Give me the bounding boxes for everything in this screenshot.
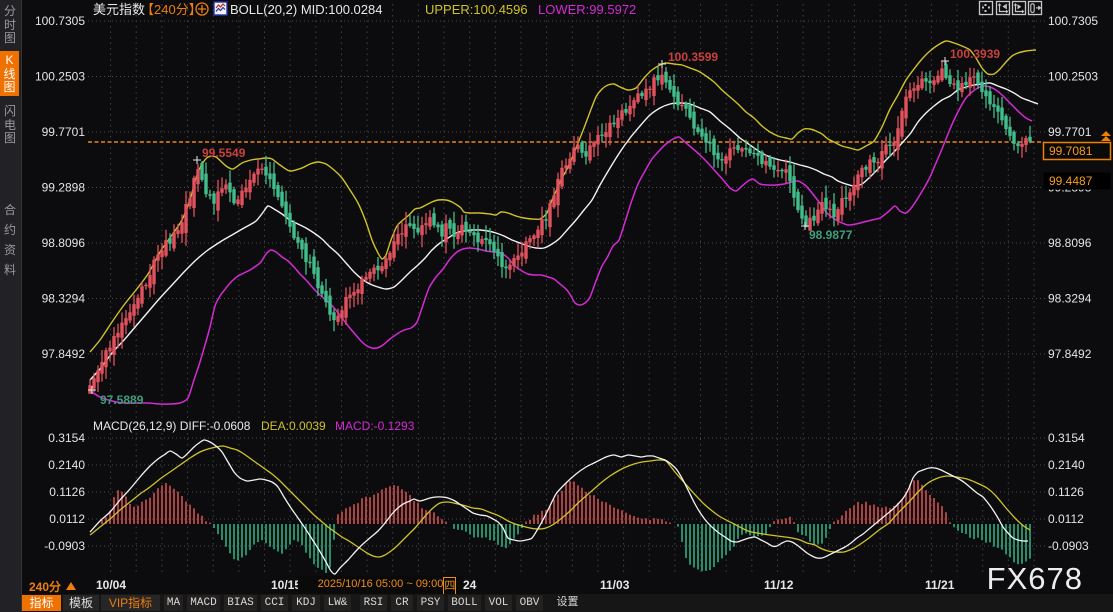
svg-text:【240分】: 【240分】 [141,2,202,17]
svg-text:99.2898: 99.2898 [42,181,86,195]
svg-text:MACD(26,12,9) DIFF:-0.0608: MACD(26,12,9) DIFF:-0.0608 [93,419,251,433]
svg-text:99.4487: 99.4487 [1049,174,1093,188]
svg-text:100.3939: 100.3939 [950,47,1000,61]
svg-text:98.8096: 98.8096 [1048,236,1092,250]
svg-text:98.8096: 98.8096 [42,236,86,250]
svg-text:0.1126: 0.1126 [49,485,85,499]
svg-text:0.3154: 0.3154 [1048,431,1085,445]
svg-text:DEA:0.0039: DEA:0.0039 [261,419,326,433]
svg-text:-0.0903: -0.0903 [44,539,85,553]
svg-text:100.7305: 100.7305 [35,14,85,28]
svg-text:MACD:-0.1293: MACD:-0.1293 [335,419,415,433]
svg-text:100.3599: 100.3599 [668,50,718,64]
svg-text:-0.0903: -0.0903 [1048,539,1089,553]
svg-text:0.1126: 0.1126 [1048,485,1084,499]
svg-text:美元指数: 美元指数 [93,2,145,17]
svg-text:UPPER:100.4596: UPPER:100.4596 [425,2,528,17]
svg-text:BOLL(20,2) MID:100.0284: BOLL(20,2) MID:100.0284 [230,2,382,17]
svg-text:99.5549: 99.5549 [202,146,246,160]
svg-text:99.7701: 99.7701 [42,125,86,139]
svg-text:98.9877: 98.9877 [809,228,853,242]
svg-text:97.8492: 97.8492 [42,347,86,361]
svg-text:LOWER:99.5972: LOWER:99.5972 [538,2,636,17]
svg-text:97.5889: 97.5889 [100,393,144,407]
svg-text:100.7305: 100.7305 [1048,14,1098,28]
svg-text:0.3154: 0.3154 [48,431,85,445]
svg-text:98.3294: 98.3294 [42,292,86,306]
svg-text:100.2503: 100.2503 [1048,70,1098,84]
svg-text:100.2503: 100.2503 [35,70,85,84]
svg-text:97.8492: 97.8492 [1048,347,1092,361]
svg-text:99.7081: 99.7081 [1049,144,1093,158]
svg-text:0.2140: 0.2140 [1048,458,1085,472]
svg-text:0.0112: 0.0112 [1048,512,1084,526]
svg-text:98.3294: 98.3294 [1048,292,1092,306]
svg-text:99.7701: 99.7701 [1048,125,1092,139]
svg-text:0.0112: 0.0112 [49,512,85,526]
svg-text:0.2140: 0.2140 [48,458,85,472]
